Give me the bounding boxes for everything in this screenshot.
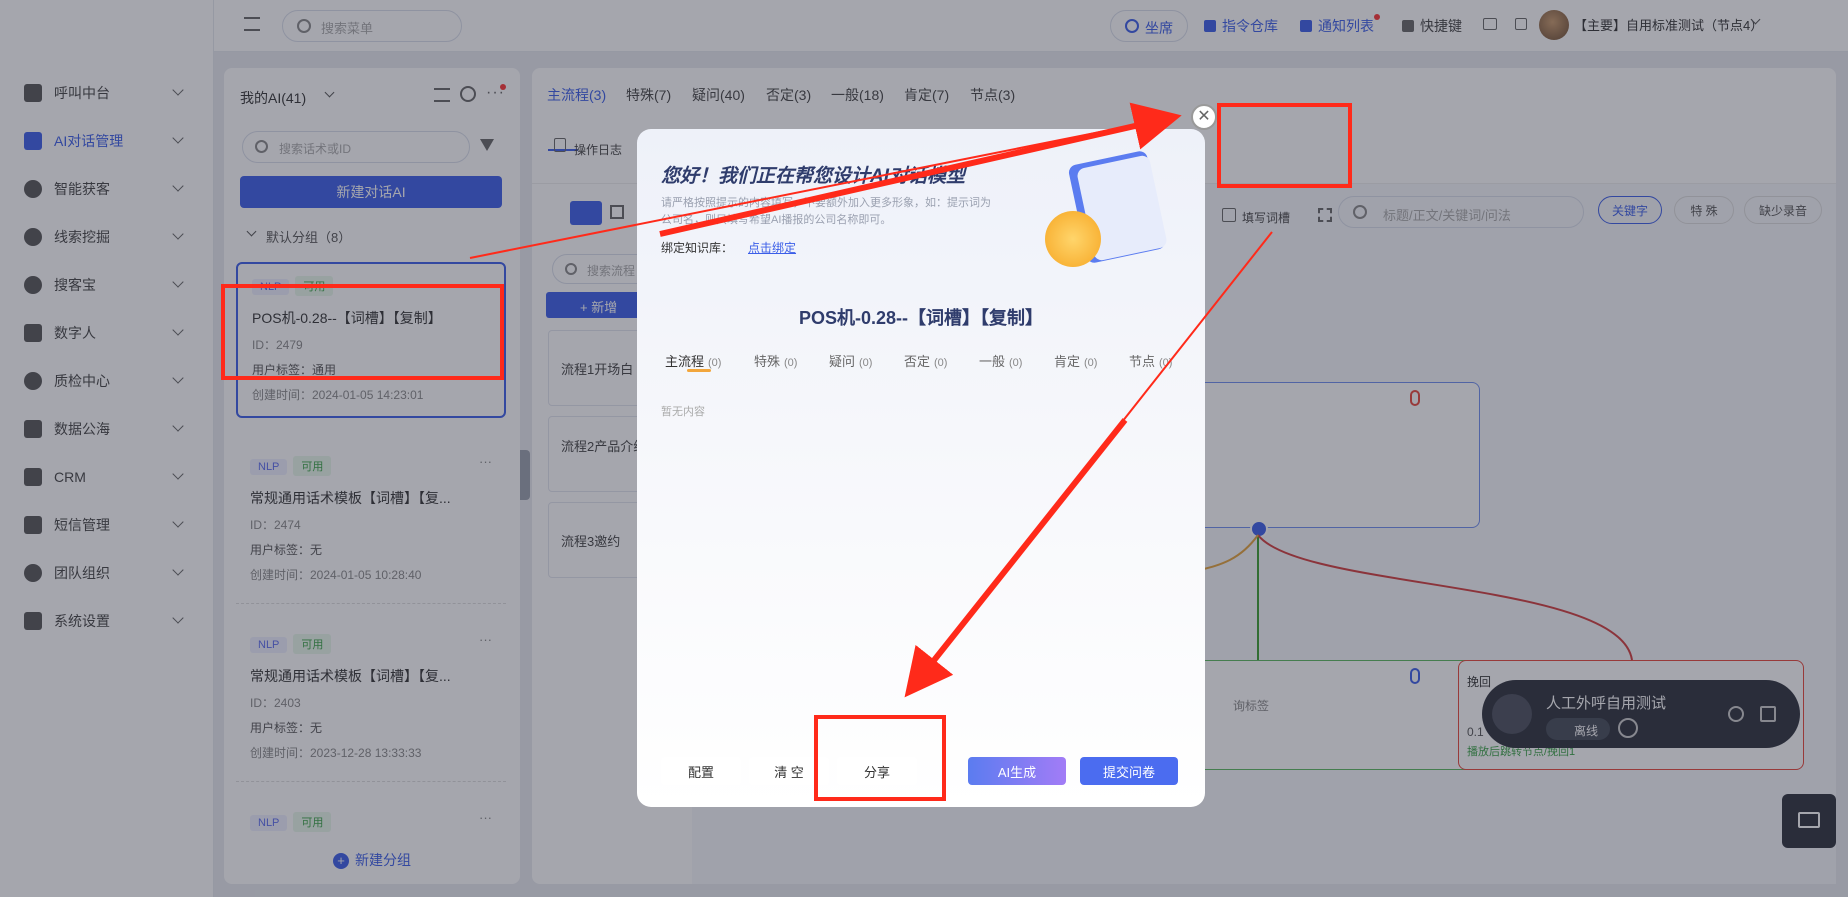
annotation-arrows [469, 102, 1273, 698]
